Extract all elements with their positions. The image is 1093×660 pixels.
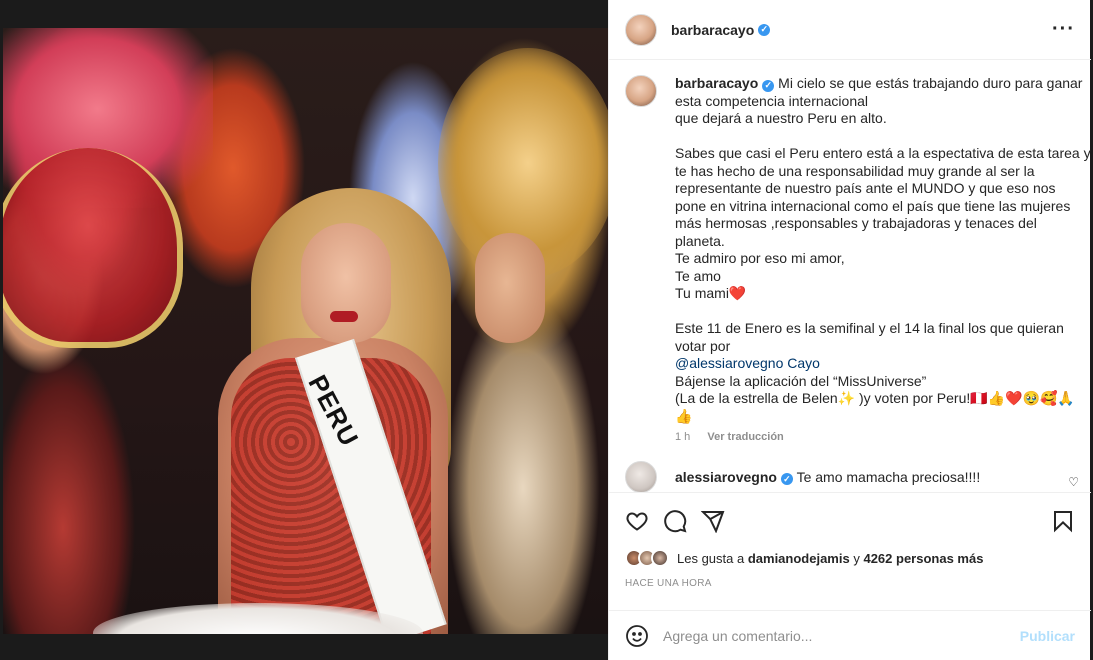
photo-face — [301, 223, 391, 343]
comment-item: alessiarovegno ✓ Te amo mamacha preciosa!… — [625, 461, 1079, 493]
photo-hat — [3, 148, 183, 348]
caption-line: Tu mami❤️ — [675, 285, 747, 301]
photo-profile-face — [475, 233, 545, 343]
comment-body: Te amo mamacha preciosa!!!! — [796, 468, 981, 485]
post-timestamp: Hace una hora — [625, 578, 712, 589]
post-photo[interactable]: PERU — [3, 28, 608, 634]
caption: barbaracayo ✓ Mi cielo se que estás traba… — [625, 75, 1091, 443]
caption-line: esta competencia internacional — [675, 92, 869, 109]
caption-line: Este 11 de Enero es la semifinal y el 14… — [675, 320, 1064, 336]
likes-summary[interactable]: Les gusta a damianodejamis y 4262 person… — [625, 549, 983, 567]
caption-line: que dejará a nuestro Peru en alto. — [675, 110, 887, 126]
caption-meta: 1 h Ver traducción — [675, 431, 1075, 443]
caption-line: Te admiro por eso mi amor, — [675, 250, 845, 266]
photo-lips — [330, 311, 358, 322]
caption-line: 👍 — [675, 407, 693, 424]
action-bar — [625, 507, 1075, 535]
comment-input[interactable] — [663, 627, 1003, 644]
heart-icon[interactable] — [625, 509, 649, 533]
commenter-username[interactable]: alessiarovegno — [675, 469, 777, 485]
verified-badge-icon: ✓ — [780, 473, 793, 486]
likes-user[interactable]: damianodejamis — [748, 551, 850, 566]
likes-joiner: y — [853, 550, 860, 566]
caption-line: planeta. — [675, 232, 725, 249]
caption-line: Te amo — [675, 267, 721, 284]
caption-line: te has hecho de una responsabilidad muy … — [675, 162, 1035, 179]
caption-line: Bájense la aplicación del “MissUniverse” — [675, 372, 927, 389]
caption-line: representante de nuestro país ante el MU… — [675, 180, 1056, 196]
post-panel: barbaracayo ✓ ··· barbaracayo ✓ Mi cielo … — [608, 0, 1091, 660]
verified-badge-icon: ✓ — [758, 23, 771, 36]
likes-prefix: Les gusta a — [677, 550, 745, 566]
caption-username[interactable]: barbaracayo — [675, 75, 758, 91]
add-comment-bar: Publicar — [609, 610, 1091, 660]
post-modal: PERU barbaracayo ✓ ··· barbaracayo ✓ Mi c… — [0, 0, 1093, 660]
caption-line: pone en vitrina internacional como el pa… — [675, 197, 1071, 214]
bookmark-icon[interactable] — [1051, 509, 1075, 533]
comment-icon[interactable] — [663, 509, 687, 533]
author-username[interactable]: barbaracayo — [671, 22, 754, 38]
caption-line: Sabes que casi el Peru entero está a la … — [675, 145, 1091, 161]
caption-line — [675, 303, 1075, 321]
divider — [609, 492, 1091, 493]
see-translation-link[interactable]: Ver traducción — [707, 431, 783, 443]
share-icon[interactable] — [701, 509, 725, 533]
publish-button[interactable]: Publicar — [1020, 628, 1075, 644]
comment-like-icon[interactable]: ♡ — [1068, 475, 1079, 489]
caption-first-line: Mi cielo se que estás trabajando duro pa… — [778, 75, 1083, 91]
caption-line: barbaracayo ✓ Mi cielo se que estás traba… — [675, 75, 1082, 93]
caption-time: 1 h — [675, 431, 691, 443]
comment-text: alessiarovegno ✓ Te amo mamacha preciosa!… — [675, 469, 980, 486]
comments-area[interactable]: barbaracayo ✓ Mi cielo se que estás traba… — [609, 61, 1091, 501]
caption-line — [675, 128, 1075, 146]
more-options-icon[interactable]: ··· — [1052, 18, 1075, 41]
commenter-avatar[interactable] — [625, 461, 657, 493]
liker-avatar — [651, 549, 669, 567]
verified-badge-icon: ✓ — [762, 79, 775, 92]
likes-count[interactable]: 4262 personas más — [863, 551, 983, 566]
caption-avatar[interactable] — [625, 75, 657, 107]
caption-line: más hermosas ,responsables y trabajadora… — [675, 215, 1037, 231]
emoji-icon[interactable] — [625, 624, 649, 648]
caption-mention[interactable]: @alessiarovegno Cayo — [675, 355, 1075, 373]
caption-text: barbaracayo ✓ Mi cielo se que estás traba… — [675, 75, 1091, 425]
likers-avatars — [625, 549, 669, 567]
caption-line: (La de la estrella de Belen✨ )y voten po… — [675, 390, 1075, 406]
caption-line: votar por — [675, 337, 731, 354]
author-avatar[interactable] — [625, 13, 657, 46]
post-header: barbaracayo ✓ ··· — [609, 0, 1091, 60]
